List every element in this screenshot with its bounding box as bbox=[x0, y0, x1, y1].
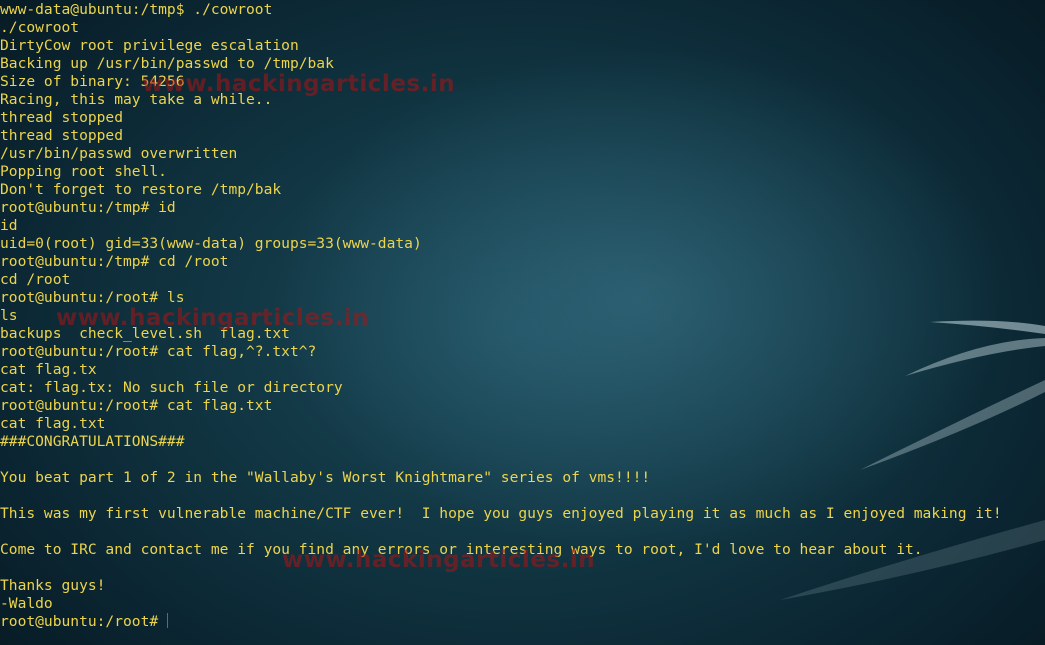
terminal-line: thread stopped bbox=[0, 109, 124, 126]
shell-prompt: root@ubuntu:/root# bbox=[0, 613, 159, 630]
terminal-line: /usr/bin/passwd overwritten bbox=[0, 145, 238, 162]
terminal-line: root@ubuntu:/root# cat flag.txt bbox=[0, 397, 273, 414]
watermark: www.hackingarticles.in bbox=[142, 71, 456, 97]
watermark: www.hackingarticles.in bbox=[56, 305, 370, 331]
terminal-line: www-data@ubuntu:/tmp$ ./cowroot bbox=[0, 1, 273, 18]
terminal-line: uid=0(root) gid=33(www-data) groups=33(w… bbox=[0, 235, 422, 252]
terminal-line: cd /root bbox=[0, 271, 71, 288]
terminal-line: Popping root shell. bbox=[0, 163, 167, 180]
terminal-line: root@ubuntu:/root# cat flag,^?.txt^? bbox=[0, 343, 317, 360]
text-cursor bbox=[167, 613, 169, 628]
terminal-line: Don't forget to restore /tmp/bak bbox=[0, 181, 282, 198]
terminal-line: root@ubuntu:/tmp# id bbox=[0, 199, 176, 216]
terminal-line: ###CONGRATULATIONS### bbox=[0, 433, 185, 450]
terminal-line: cat: flag.tx: No such file or directory bbox=[0, 379, 343, 396]
terminal-prompt-line[interactable]: root@ubuntu:/root# bbox=[0, 613, 1002, 631]
terminal-line: cat flag.tx bbox=[0, 361, 97, 378]
terminal-window[interactable]: www-data@ubuntu:/tmp$ ./cowroot ./cowroo… bbox=[0, 0, 1045, 645]
watermark: www.hackingarticles.in bbox=[282, 547, 596, 573]
terminal-line: You beat part 1 of 2 in the "Wallaby's W… bbox=[0, 469, 651, 486]
terminal-line: root@ubuntu:/tmp# cd /root bbox=[0, 253, 229, 270]
terminal-line: cat flag.txt bbox=[0, 415, 106, 432]
terminal-line: Thanks guys! bbox=[0, 577, 106, 594]
terminal-line: thread stopped bbox=[0, 127, 124, 144]
terminal-line: ./cowroot bbox=[0, 19, 80, 36]
terminal-line: This was my first vulnerable machine/CTF… bbox=[0, 505, 1002, 522]
terminal-line: id bbox=[0, 217, 18, 234]
terminal-line: -Waldo bbox=[0, 595, 53, 612]
terminal-line: DirtyCow root privilege escalation bbox=[0, 37, 299, 54]
